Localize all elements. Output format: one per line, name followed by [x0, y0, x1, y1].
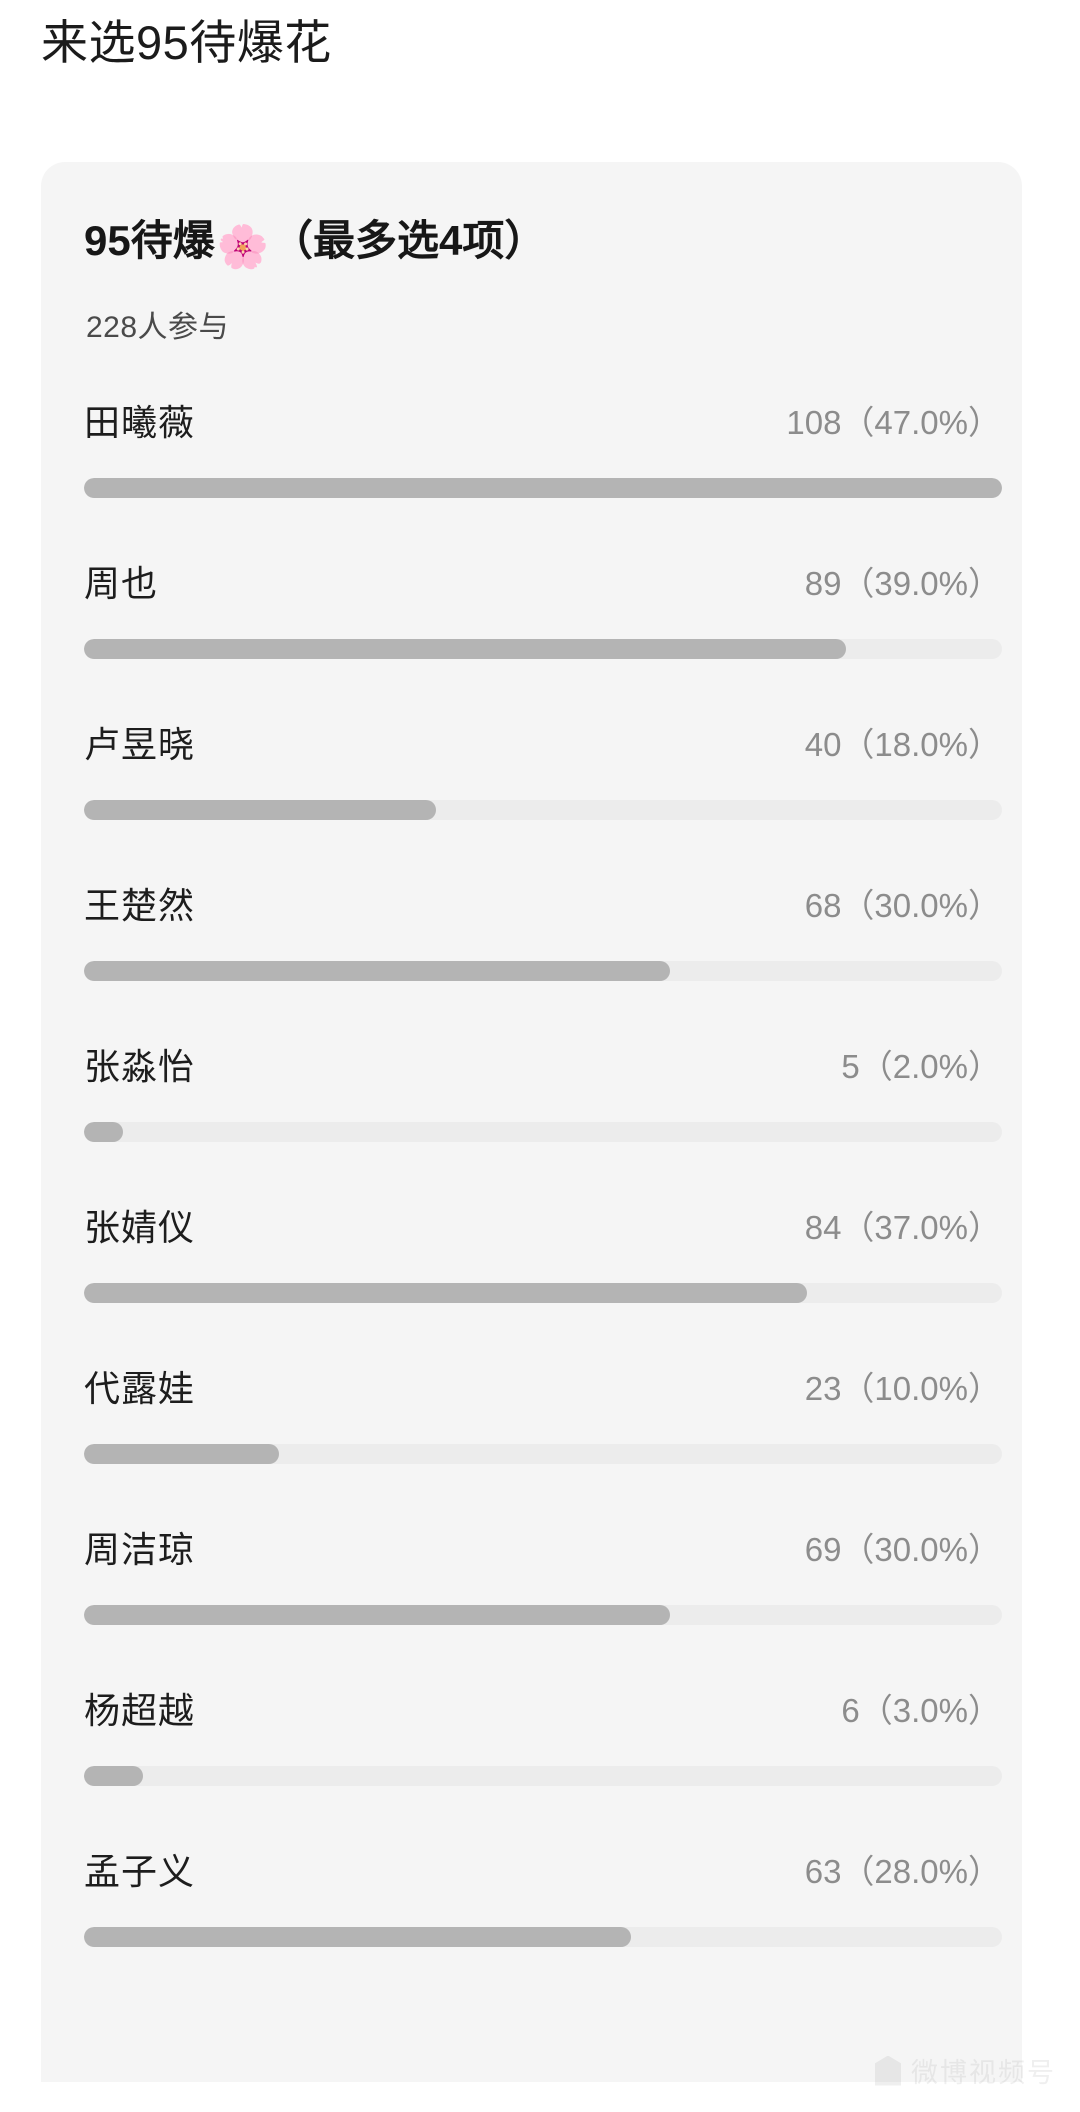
poll-option-header: 孟子义 63（28.0%）: [84, 1811, 1001, 1927]
poll-option-bar-track: [84, 1122, 1002, 1142]
poll-option-row[interactable]: 张婧仪 84（37.0%）: [41, 1167, 1022, 1328]
poll-option-bar-fill: [84, 961, 670, 981]
poll-option-bar-track: [84, 1927, 1002, 1947]
poll-option-label: 代露娃: [84, 1368, 196, 1409]
poll-option-row[interactable]: 杨超越 6（3.0%）: [41, 1650, 1022, 1811]
poll-option-bar-track: [84, 1766, 1002, 1786]
poll-option-row[interactable]: 张淼怡 5（2.0%）: [41, 1006, 1022, 1167]
poll-option-header: 杨超越 6（3.0%）: [84, 1650, 1001, 1766]
poll-option-bar-fill: [84, 1766, 143, 1786]
poll-option-header: 卢昱晓 40（18.0%）: [84, 684, 1001, 800]
poll-option-value: 68（30.0%）: [804, 887, 1001, 924]
poll-option-header: 张淼怡 5（2.0%）: [84, 1006, 1001, 1122]
poll-title-prefix: 95待爆: [84, 217, 215, 264]
poll-option-label: 王楚然: [84, 885, 196, 926]
poll-option-value: 84（37.0%）: [804, 1209, 1001, 1246]
poll-card: 95待爆🌸（最多选4项） 228人参与 田曦薇 108（47.0%） 周也 89（39…: [41, 162, 1022, 2082]
poll-option-label: 卢昱晓: [84, 724, 196, 765]
poll-option-bar-track: [84, 1605, 1002, 1625]
cherry-blossom-icon: 🌸: [216, 223, 270, 270]
poll-participant-count: 228人参与: [86, 311, 230, 344]
poll-option-label: 张淼怡: [84, 1046, 196, 1087]
poll-option-row[interactable]: 田曦薇 108（47.0%）: [41, 362, 1022, 523]
poll-option-row[interactable]: 周也 89（39.0%）: [41, 523, 1022, 684]
poll-option-label: 张婧仪: [84, 1207, 196, 1248]
poll-option-value: 5（2.0%）: [841, 1048, 1001, 1085]
poll-option-header: 周洁琼 69（30.0%）: [84, 1489, 1001, 1605]
poll-option-label: 孟子义: [84, 1851, 196, 1892]
poll-option-label: 周也: [84, 563, 159, 604]
poll-option-header: 周也 89（39.0%）: [84, 523, 1001, 639]
poll-option-bar-fill: [84, 1605, 670, 1625]
poll-option-header: 田曦薇 108（47.0%）: [84, 362, 1001, 478]
poll-option-bar-fill: [84, 478, 1002, 498]
poll-title-suffix: （最多选4项）: [271, 217, 547, 264]
poll-option-bar-fill: [84, 1283, 807, 1303]
poll-option-bar-fill: [84, 1444, 280, 1464]
poll-option-bar-track: [84, 639, 1002, 659]
poll-option-value: 63（28.0%）: [804, 1853, 1001, 1890]
poll-option-bar-fill: [84, 1927, 631, 1947]
poll-option-bar-track: [84, 478, 1002, 498]
poll-title: 95待爆🌸（最多选4项）: [84, 216, 546, 272]
poll-option-label: 田曦薇: [84, 402, 196, 443]
poll-option-value: 89（39.0%）: [804, 565, 1001, 602]
poll-option-row[interactable]: 孟子义 63（28.0%）: [41, 1811, 1022, 1972]
poll-option-bar-fill: [84, 1122, 124, 1142]
poll-option-label: 杨超越: [84, 1690, 196, 1731]
poll-options-list: 田曦薇 108（47.0%） 周也 89（39.0%） 卢昱晓 40（18.0%） 王楚然 6…: [41, 362, 1022, 1972]
poll-option-bar-track: [84, 1283, 1002, 1303]
screen: 来选95待爆花 95待爆🌸（最多选4项） 228人参与 田曦薇 108（47.0%…: [0, 0, 1080, 2112]
poll-option-bar-track: [84, 1444, 1002, 1464]
poll-option-value: 40（18.0%）: [804, 726, 1001, 763]
poll-option-header: 张婧仪 84（37.0%）: [84, 1167, 1001, 1283]
poll-option-row[interactable]: 王楚然 68（30.0%）: [41, 845, 1022, 1006]
poll-option-value: 23（10.0%）: [804, 1370, 1001, 1407]
poll-option-value: 69（30.0%）: [804, 1531, 1001, 1568]
poll-option-row[interactable]: 卢昱晓 40（18.0%）: [41, 684, 1022, 845]
poll-option-value: 108（47.0%）: [786, 404, 1001, 441]
page-title: 来选95待爆花: [41, 16, 332, 69]
poll-option-bar-track: [84, 961, 1002, 981]
poll-option-row[interactable]: 周洁琼 69（30.0%）: [41, 1489, 1022, 1650]
poll-option-bar-track: [84, 800, 1002, 820]
poll-option-bar-fill: [84, 800, 436, 820]
poll-option-bar-fill: [84, 639, 846, 659]
poll-option-label: 周洁琼: [84, 1529, 196, 1570]
poll-option-header: 代露娃 23（10.0%）: [84, 1328, 1001, 1444]
poll-option-header: 王楚然 68（30.0%）: [84, 845, 1001, 961]
poll-option-value: 6（3.0%）: [841, 1692, 1001, 1729]
poll-option-row[interactable]: 代露娃 23（10.0%）: [41, 1328, 1022, 1489]
